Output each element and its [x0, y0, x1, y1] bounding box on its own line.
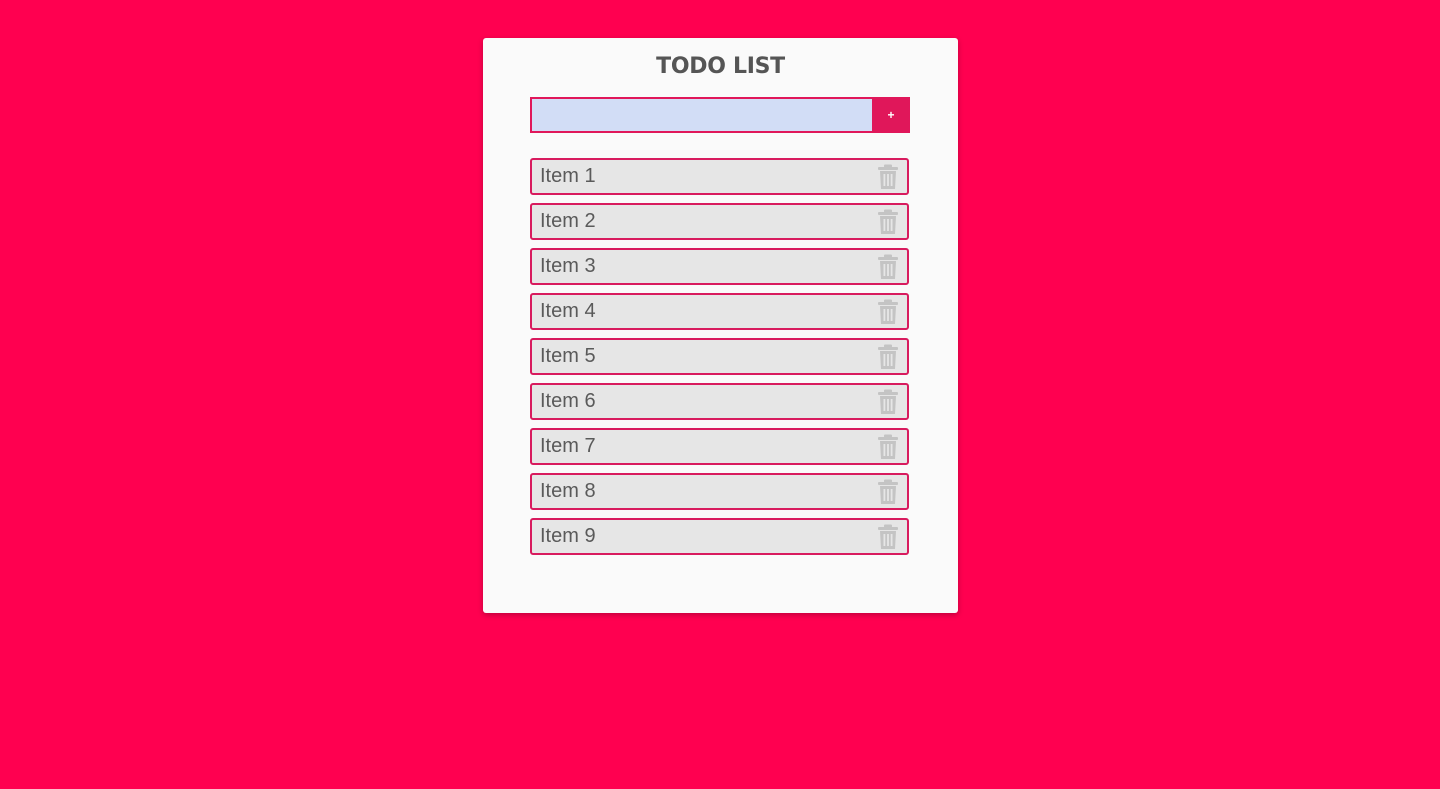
delete-item-button[interactable] [876, 478, 900, 506]
list-item: Item 3 [530, 248, 909, 285]
list-item: Item 7 [530, 428, 909, 465]
trash-icon [878, 254, 898, 279]
trash-icon [878, 479, 898, 504]
list-item: Item 8 [530, 473, 909, 510]
add-todo-form: + [530, 97, 910, 133]
todo-card: TODO LIST + Item 1 Item 2 Item 3 Item 4 Item… [483, 38, 958, 613]
todo-item-label: Item 9 [540, 525, 596, 547]
list-item: Item 4 [530, 293, 909, 330]
delete-item-button[interactable] [876, 208, 900, 236]
delete-item-button[interactable] [876, 298, 900, 326]
trash-icon [878, 524, 898, 549]
new-todo-input[interactable] [530, 97, 872, 133]
todo-item-label: Item 8 [540, 480, 596, 502]
trash-icon [878, 209, 898, 234]
list-item: Item 6 [530, 383, 909, 420]
list-item: Item 2 [530, 203, 909, 240]
trash-icon [878, 299, 898, 324]
delete-item-button[interactable] [876, 523, 900, 551]
add-todo-button[interactable]: + [872, 97, 910, 133]
page-title: TODO LIST [656, 54, 785, 79]
trash-icon [878, 344, 898, 369]
todo-item-label: Item 5 [540, 345, 596, 367]
todo-item-label: Item 1 [540, 165, 596, 187]
todo-item-label: Item 7 [540, 435, 596, 457]
list-item: Item 1 [530, 158, 909, 195]
trash-icon [878, 434, 898, 459]
todo-item-label: Item 2 [540, 210, 596, 232]
delete-item-button[interactable] [876, 433, 900, 461]
trash-icon [878, 164, 898, 189]
delete-item-button[interactable] [876, 388, 900, 416]
delete-item-button[interactable] [876, 163, 900, 191]
delete-item-button[interactable] [876, 343, 900, 371]
trash-icon [878, 389, 898, 414]
list-item: Item 5 [530, 338, 909, 375]
todo-item-label: Item 4 [540, 300, 596, 322]
todo-item-label: Item 6 [540, 390, 596, 412]
list-item: Item 9 [530, 518, 909, 555]
delete-item-button[interactable] [876, 253, 900, 281]
todo-item-label: Item 3 [540, 255, 596, 277]
todo-list: Item 1 Item 2 Item 3 Item 4 Item 5 Item 6 Item… [530, 158, 909, 563]
